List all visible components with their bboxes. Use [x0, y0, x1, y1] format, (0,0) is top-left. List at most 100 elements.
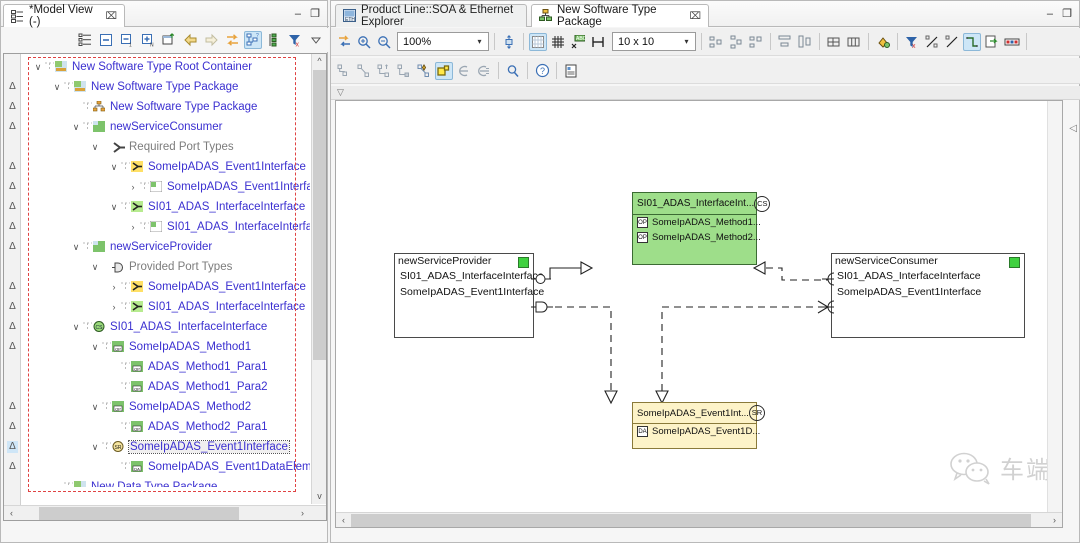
tab-new-software-type-package[interactable]: New Software Type Package ⌧: [531, 4, 709, 28]
provider-required-port-icon[interactable]: [531, 269, 553, 289]
link-with-editor-icon[interactable]: [76, 31, 94, 49]
refresh-icon[interactable]: [223, 31, 241, 49]
tab-model-view[interactable]: *Model View (-) ⌧: [3, 4, 125, 28]
show-grid-icon[interactable]: [549, 33, 567, 51]
canvas-vertical-scrollbar[interactable]: [1047, 101, 1062, 512]
tree-item[interactable]: DA SomeIpADAS_Event1DataElement: [108, 457, 310, 477]
sr-interface-box[interactable]: SomeIpADAS_Event1Int... SR DA SomeIpADAS…: [632, 402, 765, 449]
right-minimize-button[interactable]: –: [1047, 8, 1053, 20]
snap-to-grid-icon[interactable]: ABC: [569, 33, 587, 51]
align-center-icon[interactable]: [727, 33, 745, 51]
chevron-right-icon[interactable]: ›: [108, 302, 120, 312]
close-icon[interactable]: ⌧: [689, 11, 701, 22]
chevron-down-icon[interactable]: ∨: [89, 442, 101, 453]
chevron-down-icon[interactable]: ∨: [108, 162, 120, 173]
tree-item[interactable]: › SI01_ADAS_InterfaceInterface: [127, 217, 310, 237]
chevron-right-icon[interactable]: ›: [127, 222, 139, 232]
routing-icon[interactable]: [963, 32, 981, 51]
align-left-icon[interactable]: [707, 33, 725, 51]
distribute-h-icon[interactable]: [776, 33, 794, 51]
properties-icon[interactable]: [562, 62, 580, 80]
scroll-left-icon[interactable]: ‹: [336, 513, 351, 527]
chevron-down-icon[interactable]: ∨: [70, 242, 82, 253]
collapse-one-icon[interactable]: [97, 31, 115, 49]
collapse-all-icon[interactable]: 1: [118, 31, 136, 49]
scroll-right-icon[interactable]: ›: [1047, 513, 1062, 527]
create-port-icon[interactable]: [435, 61, 453, 80]
connection-tool-2-icon[interactable]: [355, 62, 373, 80]
provider-component-box[interactable]: newServiceProvider SI01_ADAS_InterfaceIn…: [394, 253, 544, 338]
sr-member-row[interactable]: DA SomeIpADAS_Event1D...: [633, 424, 760, 439]
scroll-right-icon[interactable]: ›: [295, 506, 310, 520]
connection-tool-4-icon[interactable]: [395, 62, 413, 80]
chevron-down-icon[interactable]: ▾: [473, 37, 486, 46]
chevron-down-icon[interactable]: ∨: [70, 122, 82, 133]
tree-item[interactable]: ∨ SI01_ADAS_InterfaceInterface: [108, 197, 305, 217]
tree-item[interactable]: ∨ New Software Type Package: [51, 77, 238, 97]
cs-member-row[interactable]: OP SomeIpADAS_Method1...: [633, 215, 761, 230]
canvas-horizontal-scrollbar[interactable]: ‹ ›: [336, 512, 1062, 527]
model-tree[interactable]: ΔΔΔΔΔΔΔΔΔΔΔΔΔΔΔΔ ∨ New Software Type Root…: [3, 53, 327, 521]
close-icon[interactable]: ⌧: [105, 11, 117, 22]
match-size-icon[interactable]: [825, 33, 843, 51]
tree-item[interactable]: ∨ SR SomeIpADAS_Event1Interface: [89, 437, 290, 457]
fit-page-icon[interactable]: [500, 33, 518, 51]
tree-item[interactable]: › SomeIpADAS_Event1Interface: [127, 177, 310, 197]
view-menu-icon[interactable]: [307, 31, 325, 49]
chevron-down-icon[interactable]: ∨: [70, 322, 82, 333]
generalization-icon[interactable]: [475, 62, 493, 80]
zoom-level-combobox[interactable]: 100% ▾: [397, 32, 489, 51]
containment-icon[interactable]: [455, 62, 473, 80]
consumer-provided-port-icon[interactable]: [822, 299, 836, 317]
chevron-down-icon[interactable]: ∨: [89, 142, 101, 153]
tree-item[interactable]: ∨ SomeIpADAS_Event1Interface: [108, 157, 306, 177]
zoom-out-icon[interactable]: [375, 33, 393, 51]
connection-tool-5-icon[interactable]: [415, 62, 433, 80]
left-maximize-button[interactable]: ❐: [310, 7, 320, 20]
new-window-icon[interactable]: [160, 31, 178, 49]
zoom-in-icon[interactable]: [355, 33, 373, 51]
tree-item[interactable]: ∨ newServiceProvider: [70, 237, 212, 257]
editor-collapse-arrow-icon[interactable]: ◁: [1069, 123, 1077, 134]
diagram-canvas[interactable]: newServiceProvider SI01_ADAS_InterfaceIn…: [335, 100, 1063, 528]
chevron-down-icon[interactable]: ∨: [108, 202, 120, 213]
snap-to-geometry-icon[interactable]: [589, 33, 607, 51]
forward-arrow-icon[interactable]: [202, 31, 220, 49]
tree-item[interactable]: ∨ Required Port Types: [89, 137, 234, 157]
match-width-icon[interactable]: [845, 33, 863, 51]
chevron-down-icon[interactable]: ∨: [89, 342, 101, 353]
tree-item[interactable]: OP ADAS_Method1_Para1: [108, 357, 268, 377]
hide-connectors-icon[interactable]: [923, 33, 941, 51]
tree-item[interactable]: ∨ New Software Type Root Container: [32, 57, 252, 77]
tree-hscroll-thumb[interactable]: [39, 507, 239, 520]
connection-tool-1-icon[interactable]: [335, 62, 353, 80]
hierarchy-icon[interactable]: [265, 31, 283, 49]
chevron-down-icon[interactable]: ∨: [51, 82, 63, 93]
canvas-hscroll-thumb[interactable]: [351, 514, 1031, 527]
grid-size-combobox[interactable]: 10 x 10 ▾: [612, 32, 696, 51]
refresh-diagram-icon[interactable]: [335, 33, 353, 51]
scroll-left-icon[interactable]: ‹: [4, 506, 19, 520]
cs-member-row[interactable]: OP SomeIpADAS_Method2...: [633, 230, 761, 245]
tree-vscroll-thumb[interactable]: [313, 70, 326, 360]
tree-item[interactable]: New Software Type Package: [70, 97, 257, 117]
filter-icon[interactable]: x: [286, 31, 304, 49]
right-maximize-button[interactable]: ❐: [1062, 7, 1072, 20]
left-minimize-button[interactable]: –: [295, 8, 301, 20]
back-arrow-icon[interactable]: [181, 31, 199, 49]
consumer-component-box[interactable]: newServiceConsumer SI01_ADAS_InterfaceIn…: [831, 253, 1025, 338]
chevron-right-icon[interactable]: ›: [127, 182, 139, 192]
provider-provided-port-icon[interactable]: [531, 297, 555, 317]
tree-item[interactable]: ∨ OP SomeIpADAS_Method2: [89, 397, 251, 417]
fill-color-icon[interactable]: [874, 33, 892, 51]
chevron-down-icon[interactable]: ∨: [32, 62, 44, 73]
show-labels-icon[interactable]: [1003, 33, 1021, 51]
chevron-down-icon[interactable]: ▾: [680, 37, 693, 46]
consumer-required-port-icon[interactable]: [822, 271, 836, 289]
align-right-icon[interactable]: [747, 33, 765, 51]
cs-interface-box[interactable]: SI01_ADAS_InterfaceInt... CS OP SomeIpAD…: [632, 192, 771, 265]
synchronize-icon[interactable]: [983, 33, 1001, 51]
tree-vertical-scrollbar[interactable]: ^ v: [311, 54, 326, 504]
tree-item[interactable]: ∨ Provided Port Types: [89, 257, 233, 277]
tree-item[interactable]: › SomeIpADAS_Event1Interface: [108, 277, 306, 297]
